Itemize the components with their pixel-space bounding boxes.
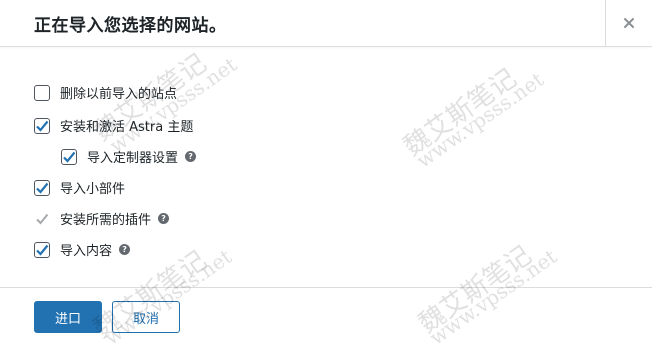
option-import-widgets[interactable]: 导入小部件 — [34, 178, 125, 197]
help-icon[interactable]: ? — [158, 213, 170, 224]
import-button[interactable]: 进口 — [34, 301, 102, 333]
import-dialog: 正在导入您选择的网站。 删除以前导入的站点 安装和激活 Astra 主题 导入定… — [0, 0, 652, 350]
close-button[interactable] — [605, 0, 652, 46]
option-install-astra[interactable]: 安装和激活 Astra 主题 — [34, 116, 193, 135]
dialog-header: 正在导入您选择的网站。 — [0, 0, 652, 47]
cancel-button[interactable]: 取消 — [112, 301, 180, 333]
install-astra-checkbox[interactable] — [34, 117, 50, 134]
import-customizer-checkbox[interactable] — [61, 148, 77, 165]
option-label: 导入小部件 — [60, 182, 126, 197]
option-label: 删除以前导入的站点 — [60, 87, 178, 102]
close-icon — [623, 17, 635, 29]
checkmark-icon — [36, 120, 49, 132]
watermark-name: 魏艾斯笔记 — [398, 63, 523, 163]
checkmark-icon — [36, 182, 49, 194]
import-widgets-checkbox[interactable] — [34, 179, 50, 196]
option-label: 安装和激活 Astra 主题 — [60, 120, 194, 135]
delete-previous-checkbox[interactable] — [34, 84, 50, 101]
option-label: 安装所需的插件 — [60, 213, 152, 228]
help-icon[interactable]: ? — [119, 244, 131, 255]
import-content-checkbox[interactable] — [34, 241, 50, 258]
help-icon[interactable]: ? — [185, 151, 197, 162]
option-install-plugins: 安装所需的插件 ? — [34, 209, 170, 228]
watermark-url: www.vpsss.net — [105, 52, 242, 158]
option-import-customizer[interactable]: 导入定制器设置 ? — [61, 147, 197, 166]
dialog-footer: 进口 取消 — [0, 287, 652, 345]
option-label: 导入定制器设置 — [87, 151, 179, 166]
option-import-content[interactable]: 导入内容 ? — [34, 240, 131, 259]
option-delete-previous[interactable]: 删除以前导入的站点 — [34, 83, 177, 102]
dialog-title: 正在导入您选择的网站。 — [34, 16, 227, 36]
checkmark-icon — [36, 213, 49, 224]
watermark-url: www.vpsss.net — [412, 67, 549, 173]
option-label: 导入内容 — [60, 244, 113, 259]
checkmark-icon — [36, 244, 49, 256]
install-plugins-checkbox — [34, 211, 50, 227]
checkmark-icon — [63, 151, 76, 163]
